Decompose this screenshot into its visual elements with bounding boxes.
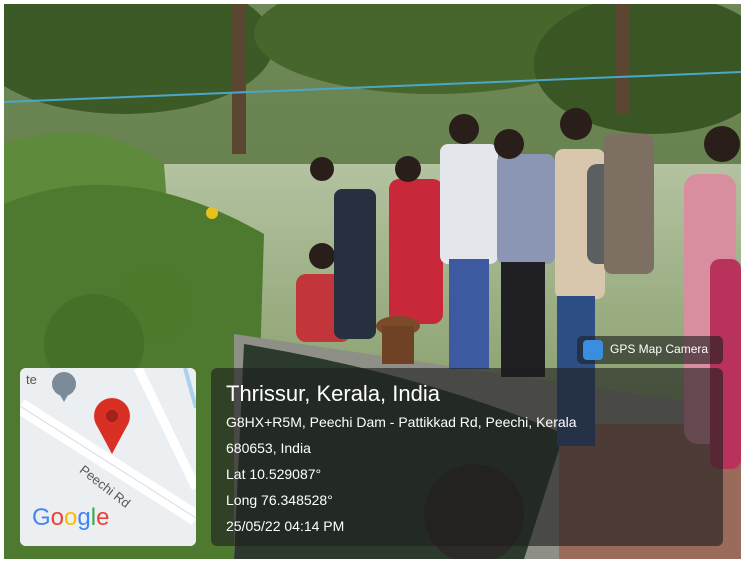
address-line-2: 680653, India	[226, 440, 311, 456]
datetime-readout: 25/05/22 04:14 PM	[226, 518, 345, 534]
address-line-1: G8HX+R5M, Peechi Dam - Pattikkad Rd, Pee…	[226, 414, 577, 430]
gps-app-label: GPS Map Camera	[610, 342, 709, 356]
longitude-readout: Long 76.348528°	[226, 492, 333, 508]
location-title: Thrissur, Kerala, India	[226, 381, 440, 406]
google-logo: Google	[32, 504, 110, 531]
gps-map-camera-icon	[583, 340, 603, 360]
latitude-readout: Lat 10.529087°	[226, 466, 322, 482]
map-partial-label: te	[26, 372, 37, 387]
